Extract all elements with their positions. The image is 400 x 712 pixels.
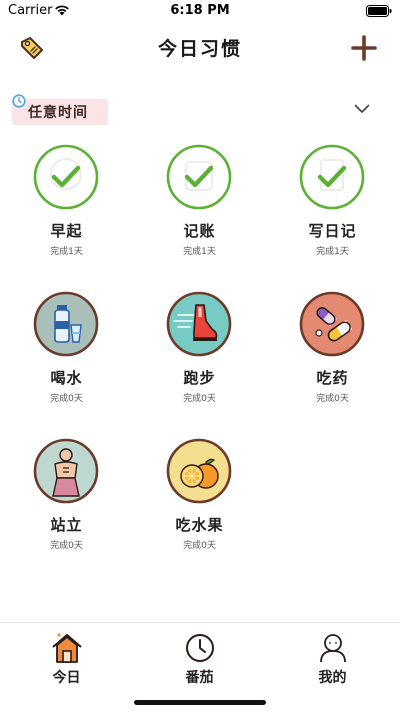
status-time: 6:18 PM [170,3,230,18]
habit-status: 完成0天 [316,394,349,404]
clock-icon [12,94,26,108]
habit-status: 完成0天 [50,394,83,404]
check-icon [166,144,232,210]
habit-name: 喝水 [50,369,83,387]
section-header[interactable]: 任意时间 [0,90,400,130]
timer-clock-icon [185,634,214,662]
tab-label: 我的 [318,670,347,686]
habit-item-standing[interactable]: 站立 完成0天 [0,434,133,580]
chevron-down-icon[interactable] [354,104,370,114]
habit-name: 吃水果 [175,516,224,534]
habit-item-wake-up[interactable]: 早起 完成1天 [0,140,133,286]
tab-label: 今日 [52,670,81,686]
habit-item-drink-water[interactable]: 喝水 完成0天 [0,287,133,433]
habit-name: 跑步 [183,369,216,387]
habit-item-medicine[interactable]: 吃药 完成0天 [266,287,399,433]
tab-tomato[interactable]: 番茄 [133,623,266,712]
habit-item-journal[interactable]: 写日记 完成1天 [266,140,399,286]
habit-name: 记账 [183,222,216,240]
standing-figure-icon [33,438,99,504]
habit-item-bookkeeping[interactable]: 记账 完成1天 [133,140,266,286]
add-icon[interactable] [350,34,378,62]
habit-status: 完成0天 [183,541,216,551]
habit-name: 早起 [50,222,83,240]
habit-status: 完成1天 [50,247,83,257]
water-bottle-icon [33,291,99,357]
habit-status: 完成1天 [183,247,216,257]
pills-icon [299,291,365,357]
habit-name: 写日记 [308,222,357,240]
battery-icon [366,5,392,17]
running-shoe-icon [166,291,232,357]
home-icon [51,633,82,663]
habit-item-running[interactable]: 跑步 完成0天 [133,287,266,433]
habit-status: 完成1天 [316,247,349,257]
habit-name: 吃药 [316,369,349,387]
habit-status: 完成0天 [50,541,83,551]
check-icon [33,144,99,210]
person-icon [319,634,346,663]
status-bar: Carrier 6:18 PM [0,0,400,22]
section-label: 任意时间 [28,105,88,121]
tab-mine[interactable]: 我的 [266,623,399,712]
nav-bar: 今日习惯 [0,22,400,72]
page-title: 今日习惯 [157,38,242,60]
orange-fruit-icon [166,438,232,504]
habit-item-eat-fruit[interactable]: 吃水果 完成0天 [133,434,266,580]
tab-bar: 今日 番茄 我的 [0,622,400,712]
habit-name: 站立 [50,516,83,534]
home-indicator [134,700,266,705]
tab-label: 番茄 [185,670,214,686]
tab-today[interactable]: 今日 [0,623,133,712]
check-icon [299,144,365,210]
habit-status: 完成0天 [183,394,216,404]
